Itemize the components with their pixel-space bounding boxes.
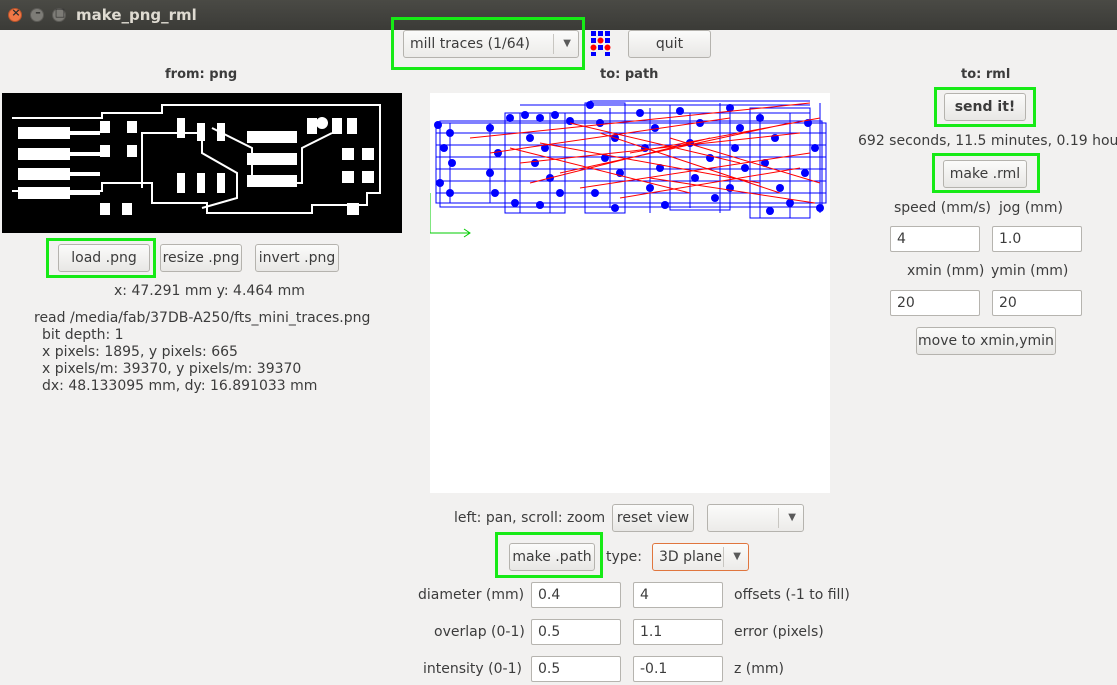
overlap-label: overlap (0-1) bbox=[434, 624, 525, 640]
type-select[interactable]: 3D plane ▼ bbox=[652, 543, 749, 571]
z-label: z (mm) bbox=[734, 661, 784, 677]
fab-modules-logo-icon bbox=[590, 31, 611, 56]
nav-hint: left: pan, scroll: zoom bbox=[454, 510, 606, 526]
ymin-input[interactable]: 20 bbox=[992, 290, 1082, 316]
view-select[interactable]: ▼ bbox=[707, 504, 804, 532]
speed-label: speed (mm/s) bbox=[894, 200, 991, 216]
chevron-down-icon: ▼ bbox=[733, 551, 741, 562]
type-select-value: 3D plane bbox=[659, 549, 722, 565]
to-path-header: to: path bbox=[600, 67, 659, 82]
chevron-down-icon: ▼ bbox=[788, 512, 796, 523]
xmin-label: xmin (mm) bbox=[907, 263, 985, 279]
error-label: error (pixels) bbox=[734, 624, 824, 640]
z-input[interactable]: -0.1 bbox=[633, 656, 723, 682]
close-icon: × bbox=[11, 6, 21, 19]
highlight-make-rml bbox=[932, 153, 1040, 193]
highlight-make-path bbox=[495, 532, 603, 578]
jog-input[interactable]: 1.0 bbox=[992, 226, 1082, 252]
minimize-icon: – bbox=[35, 6, 41, 19]
from-png-header: from: png bbox=[165, 67, 238, 82]
intensity-label: intensity (0-1) bbox=[423, 661, 522, 677]
to-rml-header: to: rml bbox=[961, 67, 1011, 82]
diameter-label: diameter (mm) bbox=[418, 587, 525, 603]
overlap-input[interactable]: 0.5 bbox=[531, 619, 621, 645]
combo-separator bbox=[778, 508, 779, 528]
diameter-input[interactable]: 0.4 bbox=[531, 582, 621, 608]
maximize-icon: □ bbox=[54, 6, 66, 19]
invert-png-button[interactable]: invert .png bbox=[255, 244, 339, 272]
time-estimate: 692 seconds, 11.5 minutes, 0.19 hours bbox=[858, 133, 1117, 149]
highlight-load-png bbox=[46, 238, 156, 278]
intensity-input[interactable]: 0.5 bbox=[531, 656, 621, 682]
minimize-window-button[interactable]: – bbox=[30, 6, 44, 22]
png-info: read /media/fab/37DB-A250/fts_mini_trace… bbox=[34, 310, 370, 395]
app-window: × – □ make_png_rml mill traces (1/64) ▼ … bbox=[0, 0, 1117, 685]
resize-png-button[interactable]: resize .png bbox=[160, 244, 242, 272]
highlight-process-select bbox=[391, 17, 585, 70]
combo-separator bbox=[723, 547, 724, 567]
info-bit-depth: bit depth: 1 bbox=[42, 327, 124, 343]
ymin-label: ymin (mm) bbox=[991, 263, 1069, 279]
info-pixels-per-m: x pixels/m: 39370, y pixels/m: 39370 bbox=[42, 361, 302, 377]
quit-button[interactable]: quit bbox=[628, 30, 711, 58]
reset-view-button[interactable]: reset view bbox=[612, 504, 694, 532]
png-preview bbox=[2, 93, 402, 233]
info-pixels: x pixels: 1895, y pixels: 665 bbox=[42, 344, 238, 360]
speed-input[interactable]: 4 bbox=[890, 226, 980, 252]
jog-label: jog (mm) bbox=[999, 200, 1063, 216]
info-dimensions: dx: 48.133095 mm, dy: 16.891033 mm bbox=[42, 378, 318, 394]
move-to-origin-button[interactable]: move to xmin,ymin bbox=[916, 327, 1056, 355]
path-view-canvas[interactable] bbox=[430, 93, 830, 493]
cursor-coordinates: x: 47.291 mm y: 4.464 mm bbox=[114, 283, 305, 299]
info-read-path: read /media/fab/37DB-A250/fts_mini_trace… bbox=[34, 310, 371, 326]
close-window-button[interactable]: × bbox=[8, 6, 22, 22]
offsets-label: offsets (-1 to fill) bbox=[734, 587, 850, 603]
xmin-input[interactable]: 20 bbox=[890, 290, 980, 316]
highlight-send bbox=[934, 87, 1036, 127]
error-input[interactable]: 1.1 bbox=[633, 619, 723, 645]
offsets-input[interactable]: 4 bbox=[633, 582, 723, 608]
type-label: type: bbox=[606, 549, 642, 565]
window-title: make_png_rml bbox=[76, 6, 197, 24]
maximize-window-button[interactable]: □ bbox=[52, 6, 66, 22]
